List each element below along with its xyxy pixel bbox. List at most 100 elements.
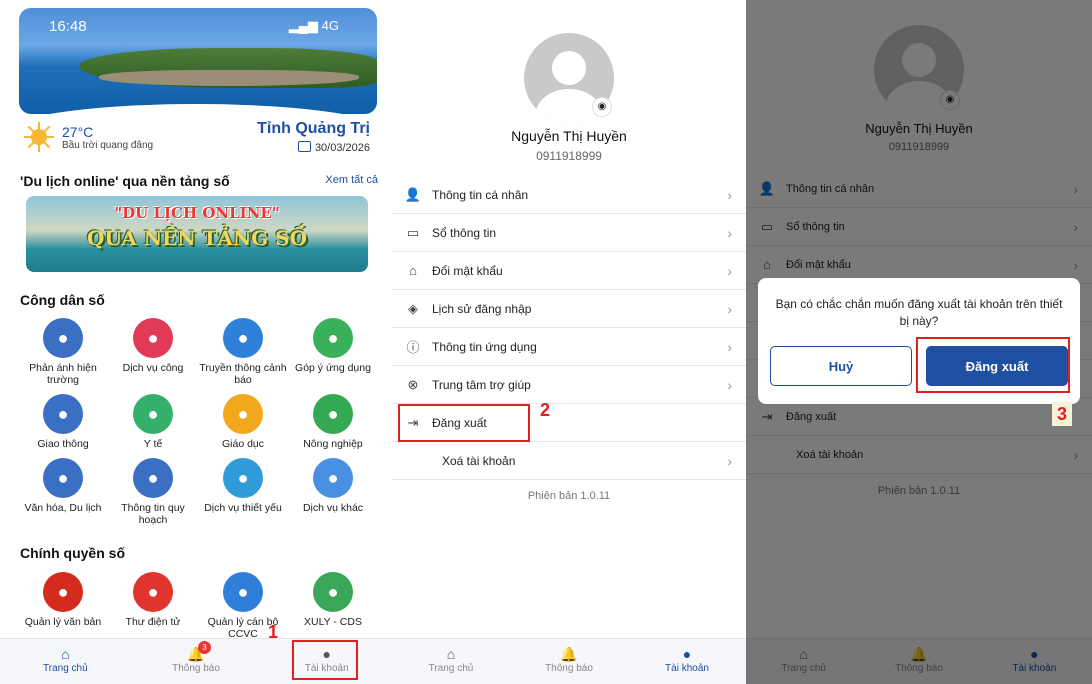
nav-notifications-label: Thông báo bbox=[172, 663, 220, 674]
mail-icon: ● bbox=[133, 572, 173, 612]
book-icon: ▭ bbox=[406, 224, 420, 240]
nav-notifications[interactable]: 🔔 3 Thông báo bbox=[131, 639, 262, 684]
citizen-item[interactable]: ● Dịch vụ khác bbox=[288, 458, 378, 526]
citizen-item-label: Dịch vụ thiết yếu bbox=[204, 502, 282, 514]
highlight-account-tab bbox=[292, 640, 358, 680]
chevron-right-icon: › bbox=[727, 376, 732, 393]
notification-badge: 3 bbox=[198, 641, 211, 654]
menu-item[interactable]: Xoá tài khoản › bbox=[392, 442, 746, 480]
gov-item[interactable]: ● XULY - CDS bbox=[288, 572, 378, 640]
logout-confirm-screen: ◉ Nguyễn Thị Huyền 0911918999 👤Thông tin… bbox=[746, 0, 1092, 684]
shield-icon: ◈ bbox=[408, 300, 418, 316]
menu-item[interactable]: ▭ Sổ thông tin › bbox=[392, 214, 746, 252]
chevron-right-icon: › bbox=[727, 262, 732, 279]
menu-item-label: Sổ thông tin bbox=[432, 225, 497, 240]
citizen-item[interactable]: ● Thông tin quy hoạch bbox=[108, 458, 198, 526]
info-icon: ⓘ bbox=[406, 340, 420, 355]
agriculture-icon: ● bbox=[313, 394, 353, 434]
citizen-item-label: Y tế bbox=[143, 438, 163, 450]
menu-item-label: Xoá tài khoản bbox=[442, 453, 516, 468]
citizen-item[interactable]: ● Dịch vụ công bbox=[108, 318, 198, 386]
chevron-right-icon: › bbox=[727, 452, 732, 469]
citizen-item-label: Truyền thông cảnh báo bbox=[199, 362, 287, 386]
chevron-right-icon: › bbox=[727, 300, 732, 317]
network-label: 4G bbox=[321, 18, 339, 33]
gov-item-label: XULY - CDS bbox=[304, 616, 362, 628]
citizen-item[interactable]: ● Truyền thông cảnh báo bbox=[198, 318, 288, 386]
gov-item-label: Quản lý văn bản bbox=[24, 616, 102, 628]
status-signal: ▂▄▆ 4G bbox=[289, 18, 339, 34]
weather-widget: 27°C Bầu trời quang đãng bbox=[24, 122, 153, 152]
user-phone: 0911918999 bbox=[536, 149, 602, 163]
citizen-service-grid: ● Phản ánh hiện trường ● Dịch vụ công ● Truyề… bbox=[18, 318, 378, 526]
signal-icon: ▂▄▆ bbox=[288, 18, 319, 33]
citizen-item-label: Văn hóa, Du lịch bbox=[24, 502, 102, 514]
menu-item-label: Trung tâm trợ giúp bbox=[432, 377, 531, 392]
province-name: Tỉnh Quảng Trị bbox=[257, 120, 370, 137]
status-time: 16:48 bbox=[49, 18, 87, 35]
citizen-item[interactable]: ● Nông nghiệp bbox=[288, 394, 378, 450]
nav-account[interactable]: ●Tài khoản bbox=[628, 639, 746, 684]
citizen-item[interactable]: ● Góp ý ứng dụng bbox=[288, 318, 378, 386]
gov-section-title: Chính quyền số bbox=[20, 545, 125, 561]
citizen-item-label: Dịch vụ công bbox=[122, 362, 184, 374]
nav-home[interactable]: ⌂Trang chủ bbox=[392, 639, 510, 684]
citizen-item-label: Dịch vụ khác bbox=[302, 502, 364, 514]
gov-item-label: Thư điện tử bbox=[125, 616, 181, 628]
citizen-item[interactable]: ● Phản ánh hiện trường bbox=[18, 318, 108, 386]
chevron-right-icon: › bbox=[727, 186, 732, 203]
camera-icon[interactable]: ◉ bbox=[592, 97, 612, 117]
citizen-section-title: Công dân số bbox=[20, 292, 105, 308]
gov-item[interactable]: ● Thư điện tử bbox=[108, 572, 198, 640]
province-info: Tỉnh Quảng Trị 30/03/2026 bbox=[257, 120, 370, 154]
nav-account-label: Tài khoản bbox=[665, 663, 709, 674]
highlight-confirm bbox=[916, 337, 1070, 393]
tourism-banner[interactable]: "DU LỊCH ONLINE" QUA NỀN TẢNG SỐ bbox=[26, 196, 368, 272]
user-icon: ● bbox=[223, 572, 263, 612]
menu-item[interactable]: ⊗ Trung tâm trợ giúp › bbox=[392, 366, 746, 404]
menu-item-label: Thông tin ứng dụng bbox=[432, 339, 537, 354]
nav-home[interactable]: ⌂Trang chủ bbox=[0, 639, 131, 684]
cancel-button[interactable]: Huỷ bbox=[770, 346, 912, 386]
home-screen: 16:48 ▂▄▆ 4G 27°C Bầu trời quang đãng Tỉ… bbox=[0, 0, 392, 684]
step-number-3: 3 bbox=[1052, 402, 1072, 426]
see-all-link[interactable]: Xem tất cả bbox=[325, 174, 378, 186]
feedback-icon: ● bbox=[43, 318, 83, 358]
bell-icon: 🔔 bbox=[187, 646, 205, 662]
citizen-item[interactable]: ● Giao thông bbox=[18, 394, 108, 450]
nav-notifications[interactable]: 🔔Thông báo bbox=[510, 639, 628, 684]
health-icon: ● bbox=[133, 394, 173, 434]
menu-item[interactable]: 👤 Thông tin cá nhân › bbox=[392, 176, 746, 214]
citizen-item-label: Nông nghiệp bbox=[303, 438, 363, 450]
step-number-1: 1 bbox=[268, 622, 279, 642]
apps-icon: ● bbox=[313, 458, 353, 498]
nav-home-label: Trang chủ bbox=[43, 663, 88, 674]
citizen-item[interactable]: ● Y tế bbox=[108, 394, 198, 450]
bag-icon: ⌂ bbox=[409, 263, 417, 278]
nav-notifications-label: Thông báo bbox=[545, 663, 593, 674]
map-icon: ● bbox=[133, 458, 173, 498]
menu-item[interactable]: ⓘ Thông tin ứng dụng › bbox=[392, 328, 746, 366]
help-icon: ⊗ bbox=[407, 376, 419, 392]
citizen-item[interactable]: ● Văn hóa, Du lịch bbox=[18, 458, 108, 526]
menu-item[interactable]: ◈ Lịch sử đăng nhập › bbox=[392, 290, 746, 328]
citizen-item-label: Góp ý ứng dụng bbox=[295, 362, 371, 374]
sun-icon bbox=[24, 122, 54, 152]
menu-item[interactable]: ⌂ Đổi mật khẩu › bbox=[392, 252, 746, 290]
hero-banner-image[interactable]: 16:48 ▂▄▆ 4G bbox=[19, 8, 377, 114]
citizen-item-label: Thông tin quy hoạch bbox=[121, 502, 185, 526]
citizen-item[interactable]: ● Giáo dục bbox=[198, 394, 288, 450]
citizen-item-label: Giao thông bbox=[37, 438, 89, 450]
banner-line2: QUA NỀN TẢNG SỐ bbox=[86, 226, 308, 250]
dialog-message: Bạn có chắc chắn muốn đăng xuất tài khoả… bbox=[775, 297, 1063, 328]
globe-icon: ● bbox=[43, 458, 83, 498]
calendar-icon bbox=[297, 141, 311, 152]
citizen-item-label: Giáo dục bbox=[221, 438, 265, 450]
menu-item-label: Đổi mật khẩu bbox=[432, 263, 503, 278]
citizen-item[interactable]: ● Dịch vụ thiết yếu bbox=[198, 458, 288, 526]
gov-item[interactable]: ● Quản lý văn bản bbox=[18, 572, 108, 640]
water-icon: ● bbox=[223, 458, 263, 498]
chevron-right-icon: › bbox=[727, 338, 732, 355]
weather-desc: Bầu trời quang đãng bbox=[62, 139, 154, 151]
megaphone-icon: ● bbox=[223, 318, 263, 358]
